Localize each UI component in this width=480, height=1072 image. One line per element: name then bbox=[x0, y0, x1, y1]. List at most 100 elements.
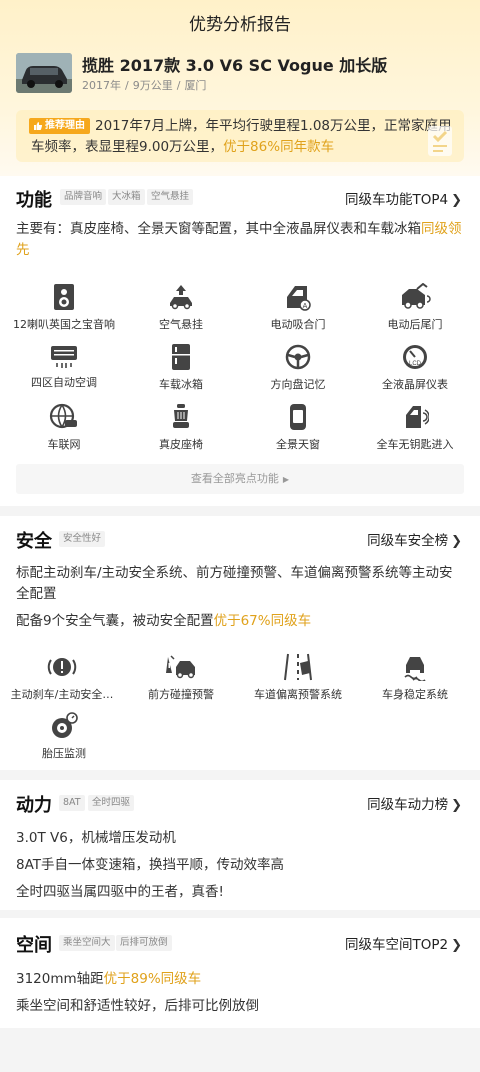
space-rank-label: 同级车空间TOP2 bbox=[344, 937, 449, 953]
feature-label: 真皮座椅 bbox=[159, 438, 203, 451]
feature-label: 车载冰箱 bbox=[159, 378, 203, 391]
connected-car-icon bbox=[49, 403, 77, 429]
feature-label: 全车无钥匙进入 bbox=[376, 438, 454, 451]
function-tag: 品牌音响 bbox=[60, 189, 107, 205]
collision-warning-icon bbox=[166, 655, 195, 679]
feature-item[interactable]: 真皮座椅 bbox=[121, 403, 241, 452]
safety-feature-item[interactable]: 车身稳定系统 bbox=[355, 653, 475, 702]
lane-departure-icon bbox=[284, 653, 312, 681]
function-title: 功能 bbox=[16, 190, 52, 211]
recommend-highlight: 优于86%同年款车 bbox=[223, 139, 335, 155]
safety-feature-label: 胎压监测 bbox=[42, 747, 86, 760]
feature-label: 空气悬挂 bbox=[159, 318, 203, 331]
feature-item[interactable]: 方向盘记忆 bbox=[238, 343, 358, 392]
space-comfort: 乘坐空间和舒适性较好，后排可比例放倒 bbox=[16, 998, 259, 1014]
feature-label: 四区自动空调 bbox=[31, 376, 97, 389]
feature-label: 电动吸合门 bbox=[270, 318, 326, 331]
feature-item[interactable]: 车载冰箱 bbox=[121, 343, 241, 392]
report-page: 优势分析报告 揽胜 2017款 3.0 V6 SC Vogue 加长版 2017… bbox=[0, 0, 480, 1072]
safety-rank-label: 同级车安全榜 bbox=[367, 533, 449, 549]
car-meta: 2017年/9万公里 / 厦门 bbox=[82, 77, 206, 93]
safety-feature-item[interactable]: 主动刹车/主动安全… bbox=[2, 653, 122, 702]
feature-label: 电动后尾门 bbox=[387, 318, 443, 331]
space-wheelbase: 3120mm轴距优于89%同级车 bbox=[16, 967, 201, 987]
function-card: 功能 品牌音响 大冰箱 空气悬挂 同级车功能TOP4 ❯ 主要有：真皮座椅、全景天… bbox=[0, 176, 480, 506]
power-card: 动力 8AT 全时四驱 同级车动力榜 ❯ 3.0T V6，机械增压发动机 8AT手… bbox=[0, 780, 480, 910]
air-conditioner-icon bbox=[51, 346, 77, 368]
function-desc: 主要有：真皮座椅、全景天窗等配置，其中全液晶屏仪表和车载冰箱同级领先 bbox=[16, 219, 464, 261]
chevron-right-icon: ❯ bbox=[451, 798, 462, 813]
safety-feature-item[interactable]: 车道偏离预警系统 bbox=[238, 653, 358, 702]
safety-airbag-text: 配备9个安全气囊，被动安全配置 bbox=[16, 613, 214, 629]
space-wheelbase-text: 3120mm轴距 bbox=[16, 971, 104, 987]
feature-label: 全液晶屏仪表 bbox=[382, 378, 448, 391]
feature-item[interactable]: 电动后尾门 bbox=[355, 283, 475, 332]
feature-item[interactable]: 全车无钥匙进入 bbox=[355, 403, 475, 452]
feature-item[interactable]: 全景天窗 bbox=[238, 403, 358, 452]
function-desc-text: 主要有：真皮座椅、全景天窗等配置，其中全液晶屏仪表和车载冰箱 bbox=[16, 221, 421, 237]
car-mileage: 9万公里 bbox=[132, 79, 173, 92]
feature-item[interactable]: 四区自动空调 bbox=[4, 343, 124, 390]
power-line: 3.0T V6，机械增压发动机 bbox=[16, 830, 176, 846]
feature-item[interactable]: LCD 全液晶屏仪表 bbox=[355, 343, 475, 392]
power-title: 动力 bbox=[16, 795, 52, 816]
view-all-features-button[interactable]: 查看全部亮点功能 ▶ bbox=[16, 464, 464, 494]
recommend-text: 2017年7月上牌，年平均行驶里程1.08万公里，正常家庭用车频率，表显里程9.… bbox=[31, 116, 459, 158]
power-line: 8AT手自一体变速箱，换挡平顺，传动效率高 bbox=[16, 857, 285, 873]
safety-airbag-highlight: 优于67%同级车 bbox=[213, 613, 312, 629]
safety-feature-item[interactable]: 胎压监测 bbox=[4, 712, 124, 761]
speaker-icon bbox=[54, 284, 74, 310]
thumbs-up-icon bbox=[34, 122, 43, 130]
recommend-badge: 推荐理由 bbox=[29, 118, 90, 134]
space-tag: 后排可放倒 bbox=[116, 935, 172, 951]
space-rank-link[interactable]: 同级车空间TOP2 ❯ bbox=[345, 933, 462, 953]
tire-pressure-icon bbox=[52, 712, 78, 738]
safety-tag: 安全性好 bbox=[59, 531, 106, 547]
recommend-box: 2017年7月上牌，年平均行驶里程1.08万公里，正常家庭用车频率，表显里程9.… bbox=[16, 110, 464, 162]
stability-control-icon bbox=[404, 657, 426, 681]
fridge-icon bbox=[172, 344, 190, 370]
feature-item[interactable]: A 电动吸合门 bbox=[238, 283, 358, 332]
space-card: 空间 乘坐空间大 后排可放倒 同级车空间TOP2 ❯ 3120mm轴距优于89%同… bbox=[0, 918, 480, 1028]
keyless-entry-icon bbox=[406, 406, 429, 428]
feature-label: 全景天窗 bbox=[276, 438, 320, 451]
car-photo-icon bbox=[16, 53, 72, 93]
page-title: 优势分析报告 bbox=[189, 15, 291, 35]
power-rank-label: 同级车动力榜 bbox=[367, 797, 449, 813]
safety-feature-label: 前方碰撞预警 bbox=[148, 688, 214, 701]
safety-feature-label: 车身稳定系统 bbox=[382, 688, 448, 701]
feature-label: 12喇叭英国之宝音响 bbox=[13, 318, 115, 331]
svg-text:A: A bbox=[303, 303, 308, 310]
air-suspension-icon bbox=[170, 285, 192, 310]
power-rank-link[interactable]: 同级车动力榜 ❯ bbox=[367, 793, 462, 813]
car-name: 揽胜 2017款 3.0 V6 SC Vogue 加长版 bbox=[82, 56, 388, 75]
power-tag: 8AT bbox=[59, 795, 85, 811]
function-tag: 大冰箱 bbox=[108, 189, 145, 205]
lcd-gauge-icon: LCD bbox=[403, 345, 427, 369]
safety-rank-link[interactable]: 同级车安全榜 ❯ bbox=[367, 529, 462, 549]
steering-wheel-icon bbox=[285, 344, 311, 370]
feature-item[interactable]: 12喇叭英国之宝音响 bbox=[4, 283, 124, 332]
brake-alert-icon bbox=[47, 658, 77, 676]
chevron-right-icon: ❯ bbox=[451, 534, 462, 549]
safety-feature-item[interactable]: 前方碰撞预警 bbox=[121, 653, 241, 702]
meta-separator: / bbox=[176, 79, 181, 92]
power-tag: 全时四驱 bbox=[88, 795, 135, 811]
space-tag: 乘坐空间大 bbox=[59, 935, 115, 951]
car-city: 厦门 bbox=[184, 79, 207, 92]
safety-feature-label: 主动刹车/主动安全… bbox=[10, 688, 114, 701]
feature-label: 车联网 bbox=[47, 438, 81, 451]
car-thumbnail[interactable] bbox=[16, 53, 72, 93]
space-title: 空间 bbox=[16, 935, 52, 956]
meta-separator: / bbox=[125, 79, 129, 92]
power-tailgate-icon bbox=[402, 283, 431, 309]
leather-seat-icon bbox=[173, 404, 189, 428]
function-rank-link[interactable]: 同级车功能TOP4 ❯ bbox=[345, 188, 462, 208]
space-wheelbase-highlight: 优于89%同级车 bbox=[103, 971, 202, 987]
feature-item[interactable]: 车联网 bbox=[4, 403, 124, 452]
svg-text:LCD: LCD bbox=[409, 361, 422, 367]
hero-header: 优势分析报告 揽胜 2017款 3.0 V6 SC Vogue 加长版 2017… bbox=[0, 0, 480, 176]
soft-close-door-icon: A bbox=[287, 286, 311, 311]
feature-item[interactable]: 空气悬挂 bbox=[121, 283, 241, 332]
sunroof-icon bbox=[290, 404, 306, 430]
